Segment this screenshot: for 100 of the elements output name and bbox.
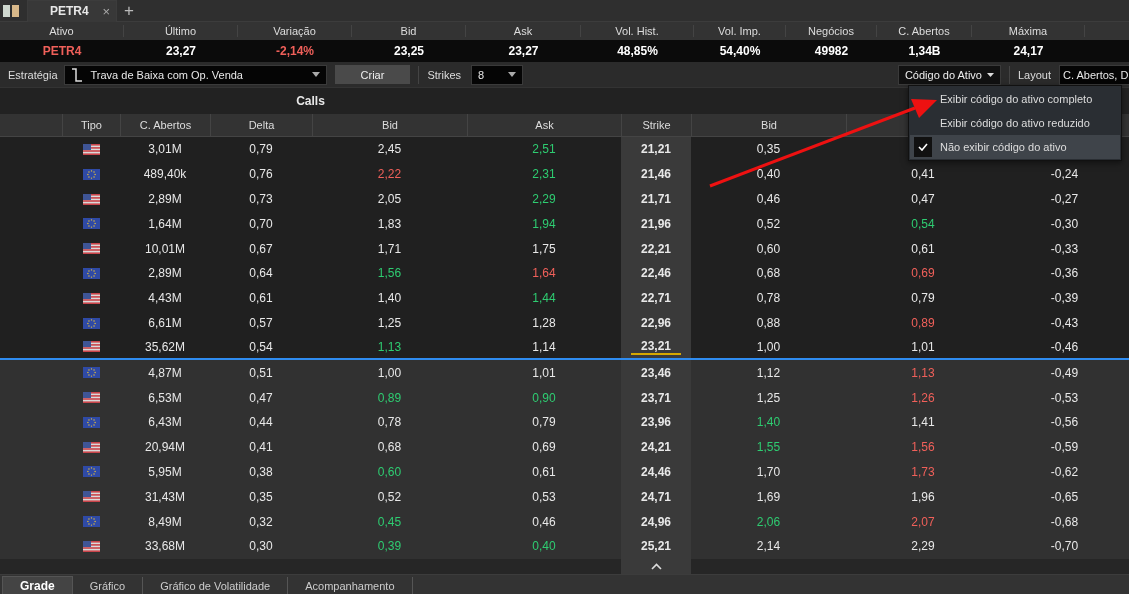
- table-row[interactable]: 31,43M 0,35 0,52 0,53 24,71 1,69 1,96 -0,65: [0, 484, 1129, 510]
- table-cell: 2,14: [756, 539, 781, 554]
- table-cell: 0,89: [911, 316, 935, 331]
- table-cell: 0,89: [377, 390, 402, 405]
- column-header[interactable]: Ask: [467, 114, 621, 136]
- table-cell: 0,57: [249, 316, 273, 331]
- table-row[interactable]: 1,64M 0,70 1,83 1,94 21,96 0,52 0,54 -0,30: [0, 211, 1129, 237]
- table-row[interactable]: 6,53M 0,47 0,89 0,90 23,71 1,25 1,26 -0,53: [0, 385, 1129, 410]
- menu-item[interactable]: Não exibir código do ativo: [910, 135, 1120, 159]
- column-header[interactable]: C. Abertos: [120, 114, 210, 136]
- menu-item[interactable]: Exibir código do ativo completo: [910, 87, 1120, 111]
- menu-item[interactable]: Exibir código do ativo reduzido: [910, 111, 1120, 135]
- table-cell: 2,05: [377, 192, 402, 207]
- strike-price: 21,21: [641, 142, 671, 157]
- column-header: Último: [124, 25, 238, 37]
- table-cell: -0,43: [1050, 316, 1079, 331]
- table-cell: 0,79: [532, 415, 556, 430]
- table-row[interactable]: 20,94M 0,41 0,68 0,69 24,21 1,55 1,56 -0,59: [0, 434, 1129, 460]
- table-cell: 0,88: [756, 316, 781, 331]
- table-row[interactable]: 10,01M 0,67 1,71 1,75 22,21 0,60 0,61 -0,33: [0, 236, 1129, 262]
- table-cell: -0,62: [1050, 464, 1079, 479]
- document-tab[interactable]: PETR4 ×: [27, 0, 117, 22]
- column-header[interactable]: Bid: [312, 114, 467, 136]
- table-row[interactable]: 6,43M 0,44 0,78 0,79 23,96 1,40 1,41 -0,56: [0, 409, 1129, 435]
- strike-price: 22,21: [641, 241, 671, 256]
- table-cell: 0,68: [756, 266, 781, 281]
- table-cell: 1,64M: [148, 216, 182, 231]
- table-cell: 1,01: [911, 339, 935, 354]
- view-tab[interactable]: Acompanhamento: [288, 576, 413, 594]
- table-cell: 0,30: [249, 539, 273, 554]
- table-cell: 0,60: [756, 241, 781, 256]
- checkmark-icon: [918, 143, 928, 151]
- table-row[interactable]: 33,68M 0,30 0,39 0,40 25,21 2,14 2,29 -0,70: [0, 534, 1129, 559]
- table-cell: 0,40: [532, 539, 556, 554]
- create-button[interactable]: Criar: [334, 65, 411, 84]
- close-icon[interactable]: ×: [102, 3, 110, 19]
- us-flag-icon: [82, 392, 100, 404]
- strikes-dropdown[interactable]: 8: [471, 64, 523, 85]
- table-cell: 0,79: [249, 142, 273, 157]
- table-row[interactable]: 35,62M 0,54 1,13 1,14 23,21 1,00 1,01 -0,46: [0, 335, 1129, 361]
- column-header: C. Abertos: [877, 25, 972, 37]
- table-row[interactable]: 6,61M 0,57 1,25 1,28 22,96 0,88 0,89 -0,43: [0, 310, 1129, 336]
- table-cell: 6,53M: [148, 390, 182, 405]
- table-cell: 2,45: [377, 142, 402, 157]
- column-header[interactable]: Delta: [210, 114, 312, 136]
- table-row[interactable]: 2,89M 0,64 1,56 1,64 22,46 0,68 0,69 -0,36: [0, 261, 1129, 286]
- table-cell: 0,64: [249, 266, 273, 281]
- eu-flag-icon: [82, 416, 100, 428]
- table-cell: 0,45: [377, 514, 402, 529]
- eu-flag-icon: [82, 317, 100, 329]
- table-cell: 1,71: [377, 241, 402, 256]
- table-cell: 4,43M: [148, 291, 182, 306]
- table-cell: 0,90: [532, 390, 556, 405]
- table-row[interactable]: 489,40k 0,76 2,22 2,31 21,46 0,40 0,41 -0,24: [0, 161, 1129, 187]
- column-header[interactable]: Strike: [621, 114, 691, 136]
- strike-price: 23,71: [641, 390, 671, 405]
- quote-value: PETR4: [41, 44, 83, 58]
- view-tab[interactable]: Gráfico: [72, 576, 144, 594]
- table-cell: 1,26: [911, 390, 935, 405]
- column-header[interactable]: Bid: [761, 119, 777, 131]
- table-cell: -0,30: [1050, 216, 1079, 231]
- table-cell: 0,68: [377, 440, 402, 455]
- table-cell: 1,73: [911, 464, 935, 479]
- table-cell: 1,40: [377, 291, 402, 306]
- table-cell: -0,46: [1050, 339, 1079, 354]
- asset-code-button[interactable]: Código do Ativo: [897, 64, 1001, 85]
- table-row[interactable]: 4,43M 0,61 1,40 1,44 22,71 0,78 0,79 -0,39: [0, 285, 1129, 311]
- caret-icon: [508, 72, 516, 77]
- table-cell: 0,78: [756, 291, 781, 306]
- table-cell: 0,46: [756, 192, 781, 207]
- table-cell: 0,38: [249, 464, 273, 479]
- table-row[interactable]: 8,49M 0,32 0,45 0,46 24,96 2,06 2,07 -0,68: [0, 509, 1129, 534]
- strategy-dropdown[interactable]: Trava de Baixa com Op. Venda: [63, 64, 327, 85]
- layout-dropdown[interactable]: C. Abertos, D: [1059, 64, 1129, 85]
- table-cell: 0,47: [249, 390, 273, 405]
- table-row[interactable]: 4,87M 0,51 1,00 1,01 23,46 1,12 1,13 -0,49: [0, 360, 1129, 386]
- app-icon[interactable]: [3, 4, 21, 17]
- view-tab[interactable]: Grade: [2, 575, 73, 594]
- strike-price: 21,71: [641, 192, 671, 207]
- strike-price: 24,21: [641, 440, 671, 455]
- table-row[interactable]: 2,89M 0,73 2,05 2,29 21,71 0,46 0,47 -0,27: [0, 186, 1129, 212]
- column-header: Ativo: [0, 25, 124, 37]
- table-row[interactable]: 5,95M 0,38 0,60 0,61 24,46 1,70 1,73 -0,62: [0, 459, 1129, 485]
- table-cell: -0,68: [1050, 514, 1079, 529]
- table-cell: 0,41: [249, 440, 273, 455]
- tab-label[interactable]: PETR4: [50, 4, 103, 18]
- eu-flag-icon: [82, 516, 100, 528]
- column-header[interactable]: Tipo: [62, 114, 120, 136]
- us-flag-icon: [82, 540, 100, 552]
- caret-icon: [986, 72, 994, 77]
- table-cell: 0,61: [249, 291, 273, 306]
- table-cell: 20,94M: [145, 440, 185, 455]
- us-flag-icon: [82, 292, 100, 304]
- new-tab-button[interactable]: +: [124, 1, 134, 20]
- view-tab[interactable]: Gráfico de Volatilidade: [143, 576, 289, 594]
- table-cell: 2,29: [532, 192, 556, 207]
- column-header: Negócios: [786, 25, 877, 37]
- collapse-chevron-icon[interactable]: [650, 563, 662, 570]
- table-cell: 4,87M: [148, 365, 182, 380]
- quote-value: 49982: [813, 44, 850, 58]
